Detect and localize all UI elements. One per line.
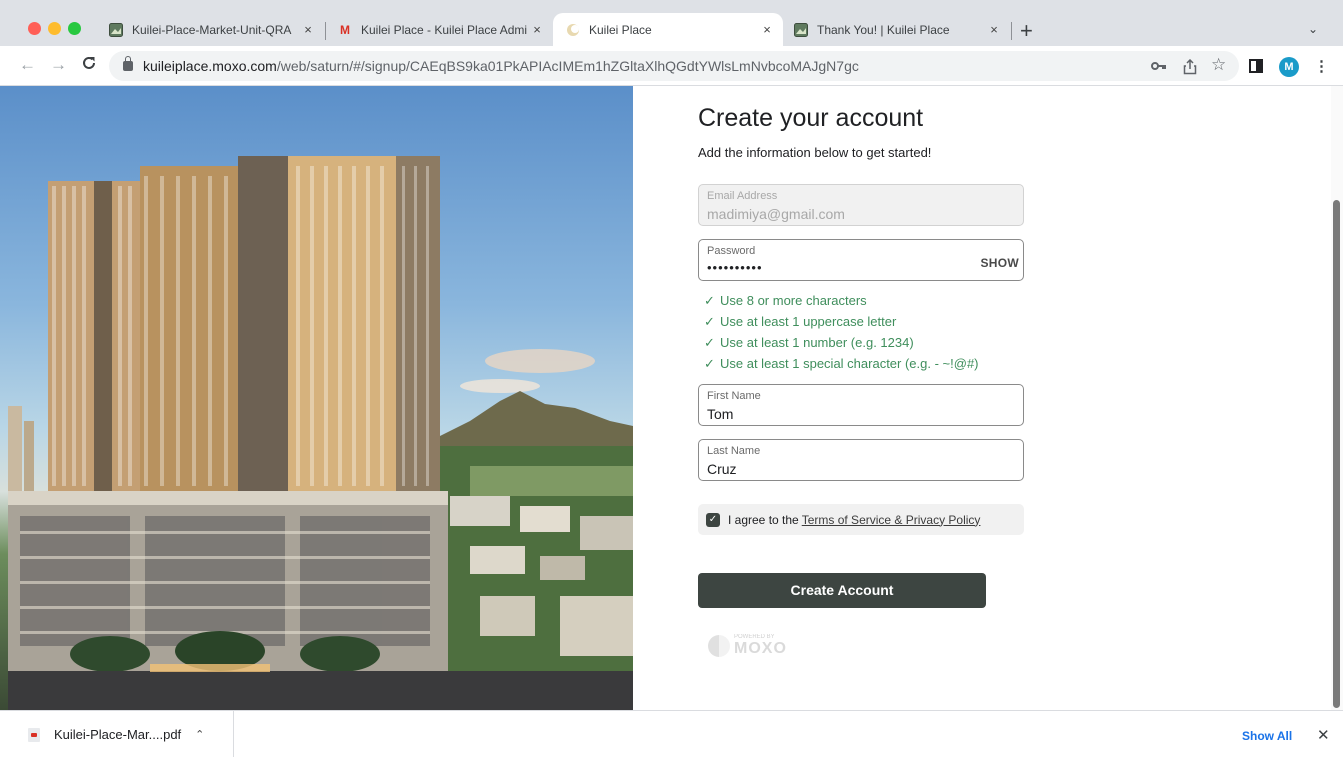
close-tab-icon[interactable]: ×	[986, 22, 1002, 37]
close-tab-icon[interactable]: ×	[300, 22, 316, 37]
url-host: kuileiplace.moxo.com	[143, 58, 277, 74]
sidebar-icon[interactable]	[1249, 59, 1263, 76]
last-name-value[interactable]: Cruz	[707, 461, 737, 477]
lock-icon	[123, 56, 133, 71]
email-value: madimiya@gmail.com	[707, 206, 845, 222]
show-password-button[interactable]: SHOW	[980, 256, 1019, 270]
last-name-field[interactable]: Last Name Cruz	[698, 439, 1024, 481]
password-rule: ✓ Use at least 1 uppercase letter	[704, 314, 897, 329]
tab-kuilei-place[interactable]: Kuilei Place ×	[553, 13, 783, 46]
reload-icon[interactable]	[81, 55, 97, 76]
forward-arrow-icon[interactable]: →	[50, 55, 67, 75]
moxo-logo-icon	[708, 635, 730, 657]
page-scrollbar-thumb[interactable]	[1333, 200, 1340, 708]
pdf-file-icon	[28, 727, 40, 742]
terms-link[interactable]: Terms of Service & Privacy Policy	[802, 513, 981, 527]
gmail-icon: M	[340, 22, 350, 37]
tab-thank-you[interactable]: Thank You! | Kuilei Place ×	[785, 13, 1010, 46]
download-filename: Kuilei-Place-Mar....pdf	[54, 727, 182, 742]
tab-separator	[1011, 22, 1012, 40]
minimize-window-button[interactable]	[48, 22, 61, 35]
more-menu-icon[interactable]: ⋮	[1314, 57, 1329, 75]
image-icon	[793, 22, 809, 38]
check-icon: ✓	[704, 293, 715, 308]
share-icon[interactable]	[1183, 58, 1197, 78]
image-icon	[108, 22, 124, 38]
check-icon: ✓	[704, 356, 715, 371]
bookmark-star-icon[interactable]: ☆	[1211, 55, 1226, 75]
first-name-field[interactable]: First Name Tom	[698, 384, 1024, 426]
email-label: Email Address	[707, 190, 778, 202]
password-rule: ✓ Use at least 1 special character (e.g. …	[704, 356, 979, 371]
download-bar: Kuilei-Place-Mar....pdf ⌃ Show All ✕	[0, 710, 1343, 757]
agree-text: I agree to the	[728, 512, 799, 527]
create-account-button[interactable]: Create Account	[698, 573, 986, 608]
address-bar[interactable]: kuileiplace.moxo.com/web/saturn/#/signup…	[109, 51, 1239, 81]
tab-gmail[interactable]: M Kuilei Place - Kuilei Place Admi ×	[327, 13, 553, 46]
terms-agreement: ✓ I agree to the Terms of Service & Priv…	[698, 504, 1024, 535]
tab-strip: Kuilei-Place-Market-Unit-QRA × M Kuilei …	[0, 0, 1343, 46]
password-label: Password	[707, 245, 756, 257]
password-rule: ✓ Use at least 1 number (e.g. 1234)	[704, 335, 914, 350]
back-arrow-icon[interactable]: ←	[19, 55, 36, 75]
tab-kuilei-qra[interactable]: Kuilei-Place-Market-Unit-QRA ×	[98, 13, 324, 46]
key-icon[interactable]	[1151, 59, 1167, 76]
terms-checkbox[interactable]: ✓	[706, 512, 720, 527]
email-field: Email Address madimiya@gmail.com	[698, 184, 1024, 226]
check-icon: ✓	[704, 314, 715, 329]
profile-avatar[interactable]: M	[1279, 57, 1299, 77]
last-name-label: Last Name	[707, 445, 761, 457]
close-tab-icon[interactable]: ×	[759, 22, 775, 37]
tab-separator	[325, 22, 326, 40]
new-tab-button[interactable]: +	[1020, 18, 1033, 44]
moxo-icon	[565, 22, 581, 38]
check-icon: ✓	[704, 335, 715, 350]
url-path: /web/saturn/#/signup/CAEqBS9ka01PkAPIAcI…	[276, 58, 859, 74]
powered-by-moxo: POWERED BY MOXO	[708, 634, 787, 658]
tab-search-chevron-icon[interactable]: ⌄	[1308, 22, 1318, 36]
close-tab-icon[interactable]: ×	[529, 22, 545, 37]
password-value[interactable]: ••••••••••	[707, 260, 763, 275]
first-name-label: First Name	[707, 390, 761, 402]
moxo-brand: MOXO	[734, 640, 787, 657]
maximize-window-button[interactable]	[68, 22, 81, 35]
close-window-button[interactable]	[28, 22, 41, 35]
close-icon[interactable]: ✕	[1317, 726, 1330, 744]
page-title: Create your account	[698, 104, 924, 132]
browser-toolbar: ← → kuileiplace.moxo.com/web/saturn/#/si…	[0, 46, 1343, 86]
download-item[interactable]: Kuilei-Place-Mar....pdf ⌃	[0, 711, 234, 757]
password-rule: ✓ Use 8 or more characters	[704, 293, 867, 308]
chevron-up-icon[interactable]: ⌃	[195, 728, 204, 741]
building-photo	[0, 86, 633, 710]
page-subtitle: Add the information below to get started…	[698, 145, 932, 160]
show-all-downloads-button[interactable]: Show All	[1242, 729, 1292, 743]
password-field[interactable]: Password •••••••••• SHOW	[698, 239, 1024, 281]
first-name-value[interactable]: Tom	[707, 406, 733, 422]
